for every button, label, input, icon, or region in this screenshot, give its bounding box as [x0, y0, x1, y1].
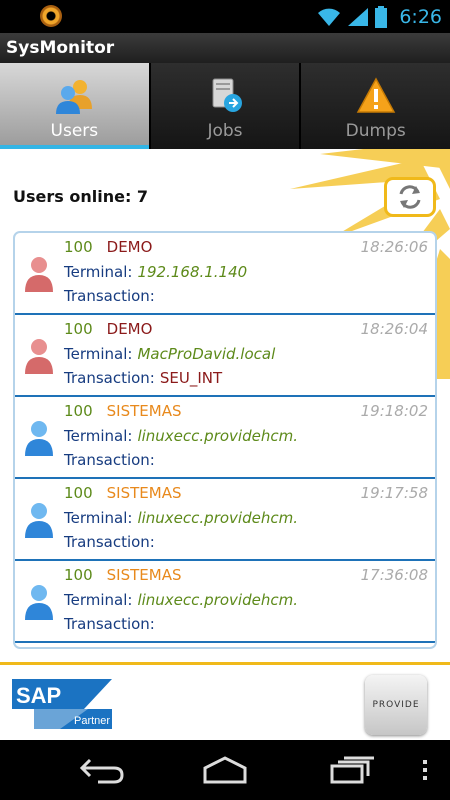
user-name: DEMO	[106, 238, 153, 256]
battery-icon	[375, 5, 388, 28]
list-item[interactable]: 100 SISTEMAS 17:36:08 Terminal: linuxecc.p…	[15, 561, 435, 643]
provide-logo: PROVIDE	[365, 675, 427, 735]
client-number: 100	[64, 402, 93, 420]
terminal-value: 192.168.1.140	[137, 263, 248, 281]
terminal-value: MacProDavid.local	[137, 345, 276, 363]
terminal-value: linuxecc.providehcm.	[137, 591, 298, 609]
status-bar: 6:26	[0, 0, 450, 33]
tab-users-label: Users	[50, 121, 99, 141]
back-icon[interactable]	[78, 756, 124, 784]
users-online-count: 7	[136, 187, 149, 206]
terminal-label: Terminal:	[64, 591, 133, 609]
users-icon	[56, 80, 93, 114]
session-time: 19:17:58	[360, 484, 428, 502]
list-item[interactable]: 100 DEMO 18:26:06 Terminal: 192.168.1.140 …	[15, 233, 435, 315]
session-time: 18:26:04	[360, 320, 428, 338]
terminal-label: Terminal:	[64, 263, 133, 281]
main-content: Users online: 7 100 DEMO 18:26:06 Termina…	[0, 149, 450, 740]
terminal-value: linuxecc.providehcm.	[137, 509, 298, 527]
tab-users[interactable]: Users	[0, 63, 151, 149]
wifi-icon	[318, 8, 341, 26]
transaction-value: SEU_INT	[159, 369, 223, 387]
sessions-list: 100 DEMO 18:26:06 Terminal: 192.168.1.140 …	[13, 231, 437, 649]
tab-jobs-label: Jobs	[207, 121, 243, 141]
list-item[interactable]: 100 SISTEMAS 19:17:58 Terminal: linuxecc.p…	[15, 479, 435, 561]
overflow-menu-icon[interactable]	[420, 756, 430, 784]
svg-text:SAP: SAP	[16, 683, 61, 708]
refresh-button[interactable]	[384, 177, 436, 217]
navigation-bar	[0, 740, 450, 800]
warning-icon	[356, 77, 395, 113]
user-name: DEMO	[106, 320, 153, 338]
terminal-label: Terminal:	[64, 345, 133, 363]
home-icon[interactable]	[201, 756, 249, 784]
footer-divider	[0, 662, 450, 665]
session-time: 19:18:02	[360, 402, 428, 420]
signal-icon	[348, 7, 369, 26]
status-icons: 6:26	[317, 0, 442, 33]
session-time: 18:26:06	[360, 238, 428, 256]
transaction-label: Transaction:	[64, 615, 155, 633]
svg-text:Partner: Partner	[74, 715, 110, 727]
app-title: SysMonitor	[0, 33, 450, 63]
transaction-label: Transaction:	[64, 533, 155, 551]
recent-apps-icon[interactable]	[328, 756, 376, 784]
user-name: SISTEMAS	[106, 566, 182, 584]
users-online-label: Users online: 7	[13, 187, 149, 206]
tab-bar: Users Jobs Dumps	[0, 63, 450, 149]
user-name: SISTEMAS	[106, 402, 182, 420]
client-number: 100	[64, 320, 93, 338]
transaction-label: Transaction:	[64, 451, 155, 469]
user-inactive-icon	[25, 257, 53, 292]
transaction-label: Transaction:	[64, 369, 155, 387]
tab-dumps[interactable]: Dumps	[301, 63, 450, 149]
user-active-icon	[25, 503, 53, 538]
terminal-label: Terminal:	[64, 509, 133, 527]
clock: 6:26	[399, 5, 442, 28]
refresh-icon	[399, 185, 421, 209]
session-time: 17:36:08	[360, 566, 428, 584]
sap-partner-logo: SAP Partner	[12, 679, 112, 729]
tab-jobs[interactable]: Jobs	[150, 63, 302, 149]
user-inactive-icon	[25, 339, 53, 374]
user-active-icon	[25, 585, 53, 620]
client-number: 100	[64, 566, 93, 584]
tab-dumps-label: Dumps	[345, 121, 406, 141]
terminal-value: linuxecc.providehcm.	[137, 427, 298, 445]
list-item[interactable]: 100 DEMO 18:26:04 Terminal: MacProDavid.lo…	[15, 315, 435, 397]
list-item[interactable]: 100 SISTEMAS 19:18:02 Terminal: linuxecc.p…	[15, 397, 435, 479]
transaction-label: Transaction:	[64, 287, 155, 305]
client-number: 100	[64, 484, 93, 502]
client-number: 100	[64, 238, 93, 256]
user-active-icon	[25, 421, 53, 456]
user-name: SISTEMAS	[106, 484, 182, 502]
jobs-icon	[212, 78, 242, 112]
app-notification-icon	[40, 5, 62, 27]
terminal-label: Terminal:	[64, 427, 133, 445]
